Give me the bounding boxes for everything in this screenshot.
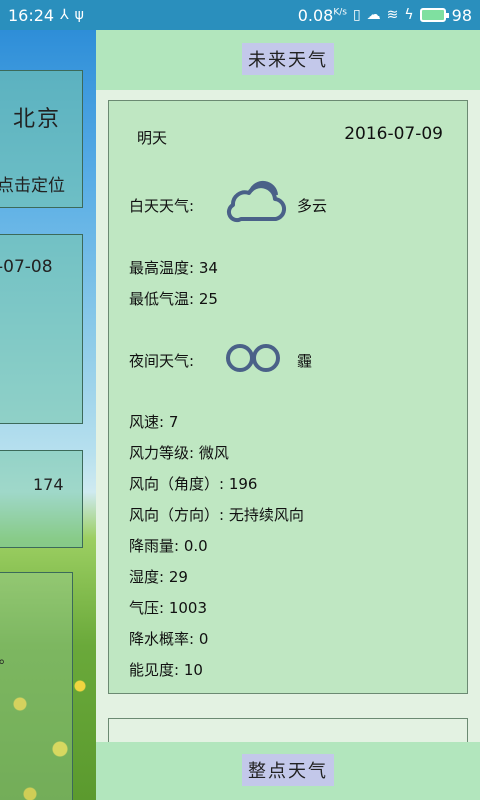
humidity: 湿度: 29 [129,568,188,586]
precipitation-probability: 降水概率: 0 [129,630,209,648]
wind-level: 风力等级: 微风 [129,444,229,462]
status-bar: 16:24 ⅄ ψ 0.08K/s ▯ ☁ ≋ ϟ 98 [0,0,480,30]
high-temperature: 最高温度: 34 [129,259,218,277]
locate-link[interactable]: 点击定位 [0,171,65,196]
status-time: 16:24 [8,5,55,25]
network-speed: 0.08K/s [297,5,347,25]
wind-direction-degree: 风向（角度）: 196 [129,475,258,493]
city-card[interactable]: 北京 点击定位 [0,70,83,208]
night-weather-label: 夜间天气: [129,352,195,370]
today-date: -07-08 [0,257,53,277]
visibility: 能见度: 10 [129,661,203,679]
day-weather-value: 多云 [297,197,328,215]
weather-icon: ☁ [366,7,381,23]
drawer-footer: 整点天气 [96,742,480,800]
wind-direction: 风向（方向）: 无持续风向 [129,506,304,524]
low-temperature: 最低气温: 25 [129,290,218,308]
aqi-card: 174 [0,450,83,548]
forecast-date: 2016-07-09 [344,124,443,144]
cloudy-icon [226,180,286,223]
day-weather-label: 白天天气: [129,197,195,215]
future-weather-button[interactable]: 未来天气 [242,43,334,75]
forecast-drawer: 未来天气 明天 2016-07-09 白天天气: 多云 最高温度: 34 最低气… [96,30,480,800]
rainfall: 降雨量: 0.0 [129,537,208,555]
wind-speed: 风速: 7 [129,413,179,431]
haze-icon [226,344,280,372]
drawer-header: 未来天气 [96,30,480,90]
vibrate-icon: ▯ [352,7,361,23]
charging-icon: ϟ [404,7,414,23]
pressure: 气压: 1003 [129,599,207,617]
night-weather-value: 霾 [297,352,313,370]
tips-card: 。 [0,572,73,800]
forecast-day: 明天 [137,129,168,147]
usb-debug-icon: ⅄ [60,7,69,23]
usb-icon: ψ [74,7,84,23]
signal-icon: ≋ [386,7,399,23]
hourly-weather-button[interactable]: 整点天气 [242,754,334,786]
today-card: -07-08 [0,234,83,424]
tips-text: 。 [0,651,13,667]
city-name: 北京 [13,107,62,132]
aqi-value: 174 [33,475,64,494]
battery-icon [419,8,449,22]
forecast-card: 明天 2016-07-09 白天天气: 多云 最高温度: 34 最低气温: 25… [108,100,468,694]
battery-level: 98 [451,5,472,25]
